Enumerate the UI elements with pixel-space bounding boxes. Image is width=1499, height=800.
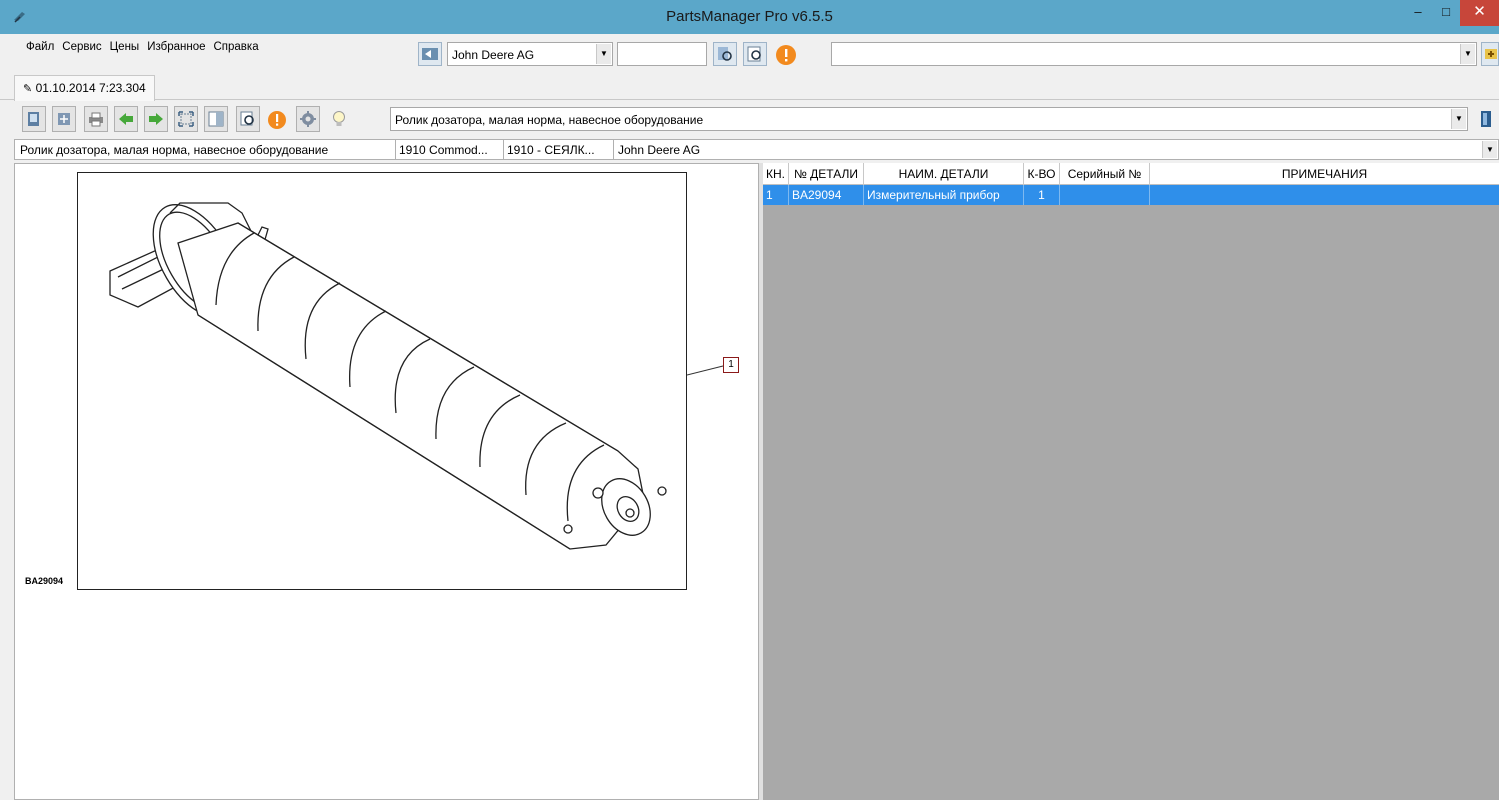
- search-input[interactable]: [617, 42, 707, 66]
- callout-marker[interactable]: 1: [723, 357, 739, 373]
- menu-help[interactable]: Справка: [213, 41, 258, 53]
- bookmark-icon[interactable]: [1476, 106, 1496, 132]
- column-header[interactable]: Серийный №: [1060, 163, 1150, 185]
- menu-prices[interactable]: Цены: [110, 41, 140, 53]
- tool-icon: ✎: [23, 83, 33, 95]
- search-catalog-icon[interactable]: [713, 42, 737, 66]
- table-cell: [1060, 185, 1150, 205]
- zoom-icon[interactable]: [236, 106, 260, 132]
- menu-service[interactable]: Сервис: [62, 41, 101, 53]
- menu-toolbar-row: Файл Сервис Цены Избранное Справка John …: [0, 34, 1499, 72]
- magnifier-icon[interactable]: [743, 42, 767, 66]
- add-favorite-icon[interactable]: [1481, 42, 1499, 66]
- catalog-select-value: John Deere AG: [452, 48, 535, 62]
- tab-session-label: 01.10.2014 7:23.304: [35, 81, 146, 95]
- part-drawing[interactable]: [77, 172, 687, 590]
- table-cell: 1: [1024, 185, 1060, 205]
- table-header: КН. № ДЕТАЛИ НАИМ. ДЕТАЛИ К-ВО Серийный …: [763, 163, 1499, 185]
- tab-bar: ✎ 01.10.2014 7:23.304: [0, 72, 1499, 101]
- book-icon[interactable]: [22, 106, 46, 132]
- part-combo[interactable]: Ролик дозатора, малая норма, навесное об…: [390, 107, 1468, 131]
- column-header[interactable]: № ДЕТАЛИ: [789, 163, 864, 185]
- column-header[interactable]: К-ВО: [1024, 163, 1060, 185]
- menu-file[interactable]: Файл: [26, 41, 54, 53]
- lightbulb-icon[interactable]: [328, 106, 352, 132]
- fit-screen-icon[interactable]: [174, 106, 198, 132]
- warning-icon[interactable]: [773, 42, 797, 66]
- column-header[interactable]: ПРИМЕЧАНИЯ: [1150, 163, 1499, 185]
- breadcrumb-item[interactable]: Ролик дозатора, малая норма, навесное об…: [20, 143, 328, 157]
- column-header[interactable]: КН.: [763, 163, 789, 185]
- print-icon[interactable]: [84, 106, 108, 132]
- chevron-down-icon[interactable]: ▼: [1460, 44, 1475, 64]
- forward-arrow-icon[interactable]: [144, 106, 168, 132]
- catalog-arrow-icon[interactable]: [418, 42, 442, 66]
- close-button[interactable]: ✕: [1460, 0, 1499, 26]
- title-bar: PartsManager Pro v6.5.5 – □ ✕: [0, 0, 1499, 34]
- parts-table-pane: КН. № ДЕТАЛИ НАИМ. ДЕТАЛИ К-ВО Серийный …: [763, 163, 1499, 800]
- column-header[interactable]: НАИМ. ДЕТАЛИ: [864, 163, 1024, 185]
- drawing-pane: BA29094 1: [14, 163, 759, 800]
- table-cell: BA29094: [789, 185, 864, 205]
- maximize-button[interactable]: □: [1432, 0, 1460, 26]
- main-toolbar: Ролик дозатора, малая норма, навесное об…: [0, 101, 1499, 137]
- catalog-select[interactable]: John Deere AG ▼: [447, 42, 613, 66]
- breadcrumb-separator: [613, 140, 614, 159]
- table-cell: Измерительный прибор: [864, 185, 1024, 205]
- settings-gear-icon[interactable]: [296, 106, 320, 132]
- drawing-code: BA29094: [25, 576, 64, 586]
- table-row[interactable]: 1 BA29094 Измерительный прибор 1: [763, 185, 1499, 205]
- roller-illustration: [109, 202, 667, 550]
- menu-bar: Файл Сервис Цены Избранное Справка: [26, 41, 267, 53]
- table-cell: 1: [763, 185, 789, 205]
- menu-favorites[interactable]: Избранное: [147, 41, 205, 53]
- part-combo-value: Ролик дозатора, малая норма, навесное об…: [395, 113, 704, 127]
- window-title: PartsManager Pro v6.5.5: [666, 8, 833, 25]
- breadcrumb: Ролик дозатора, малая норма, навесное об…: [14, 139, 1499, 160]
- chevron-down-icon[interactable]: ▼: [1451, 109, 1466, 129]
- back-arrow-icon[interactable]: [114, 106, 138, 132]
- breadcrumb-separator: [503, 140, 504, 159]
- minimize-button[interactable]: –: [1404, 0, 1432, 26]
- chevron-down-icon[interactable]: ▼: [1482, 141, 1497, 158]
- callout-leader: [687, 365, 724, 376]
- split-view-icon[interactable]: [204, 106, 228, 132]
- breadcrumb-item[interactable]: 1910 Commod...: [399, 143, 488, 157]
- chevron-down-icon[interactable]: ▼: [596, 44, 611, 64]
- table-cell: [1150, 185, 1499, 205]
- tab-session[interactable]: ✎ 01.10.2014 7:23.304: [14, 75, 155, 101]
- breadcrumb-item[interactable]: John Deere AG: [618, 143, 700, 157]
- breadcrumb-item[interactable]: 1910 - СЕЯЛК...: [507, 143, 595, 157]
- catalog-icon[interactable]: [52, 106, 76, 132]
- warning-icon[interactable]: [264, 106, 288, 132]
- top-combo[interactable]: ▼: [831, 42, 1477, 66]
- breadcrumb-separator: [395, 140, 396, 159]
